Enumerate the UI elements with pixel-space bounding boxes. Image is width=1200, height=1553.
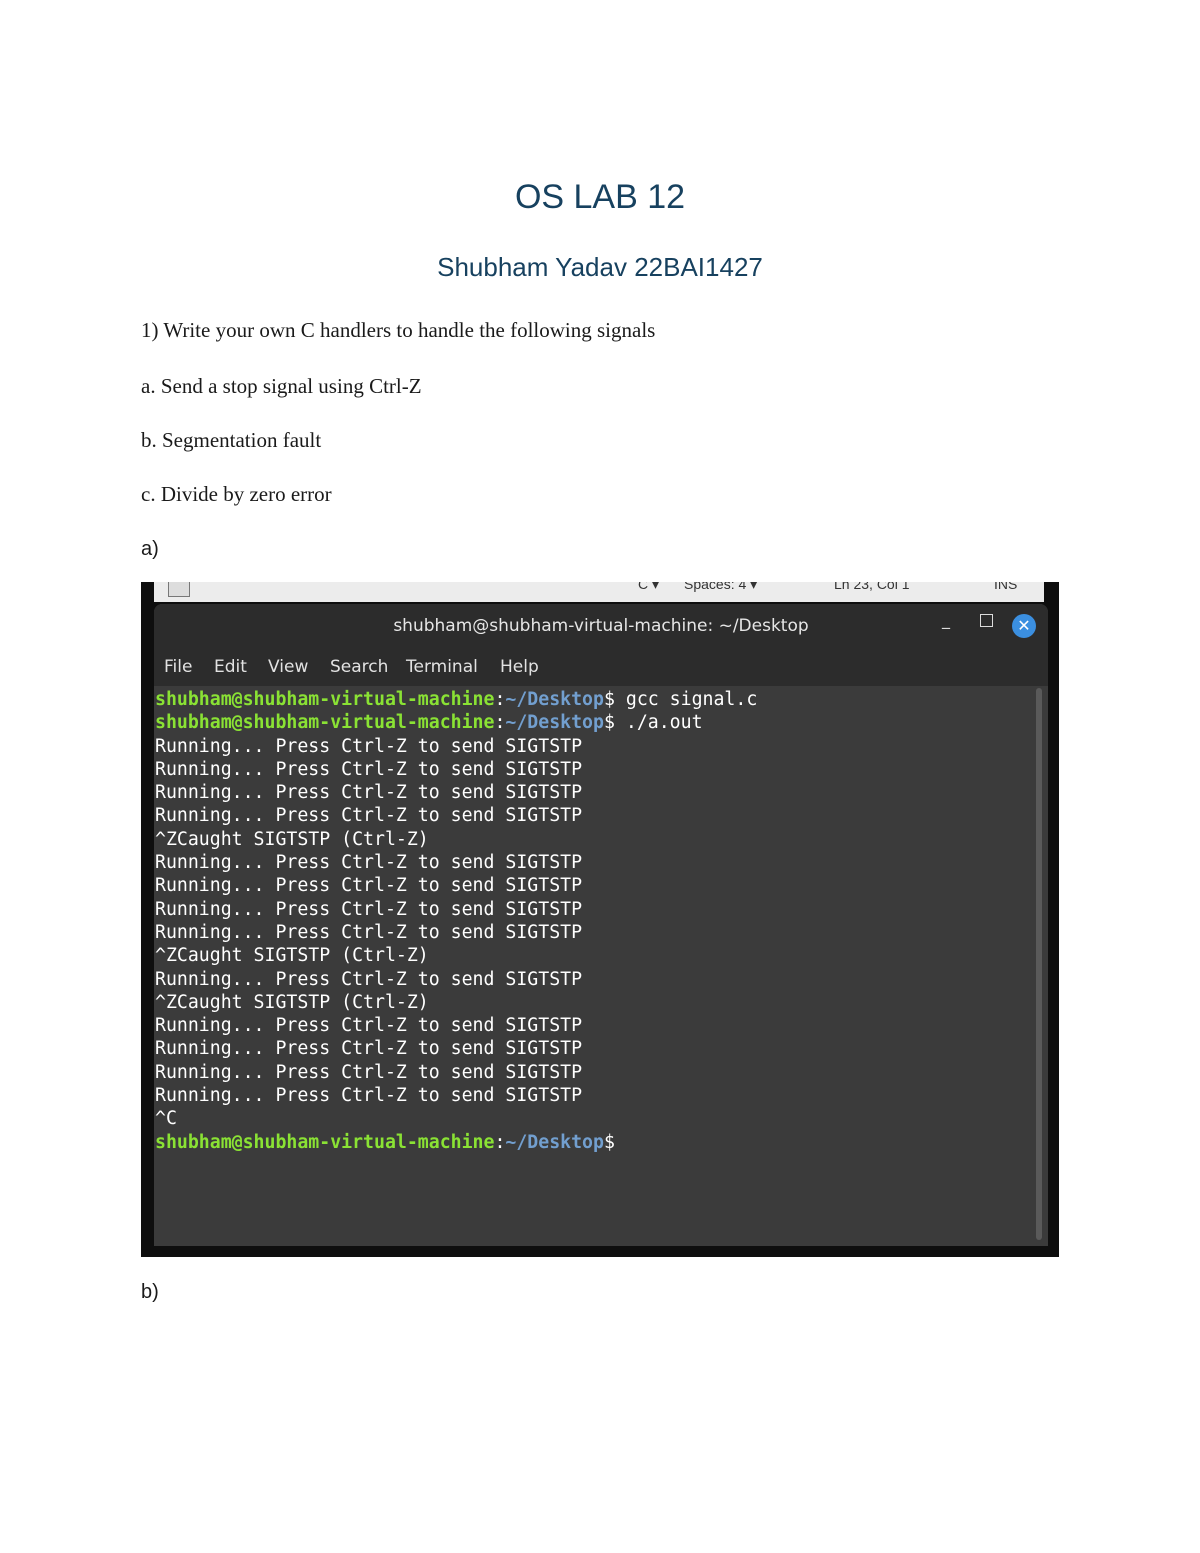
question-text: 1) Write your own C handlers to handle t… (141, 318, 656, 342)
output-line: Running... Press Ctrl-Z to send SIGTSTP (155, 852, 583, 874)
prompt-path: ~/Desktop (505, 712, 604, 734)
output-line: Running... Press Ctrl-Z to send SIGTSTP (155, 782, 583, 804)
output-line: Running... Press Ctrl-Z to send SIGTSTP (155, 1038, 583, 1060)
close-icon[interactable]: ✕ (1012, 614, 1036, 638)
output-line: Running... Press Ctrl-Z to send SIGTSTP (155, 1061, 583, 1083)
terminal-window: shubham@shubham-virtual-machine: ~/Deskt… (154, 604, 1048, 1246)
output-line: ^ZCaught SIGTSTP (Ctrl-Z) (155, 828, 429, 850)
prompt-user: shubham@shubham-virtual-machine (155, 1131, 495, 1153)
section-label-b: b) (141, 1281, 159, 1303)
output-line: ^ZCaught SIGTSTP (Ctrl-Z) (155, 945, 429, 967)
prompt-user: shubham@shubham-virtual-machine (155, 712, 495, 734)
prompt-separator: : (494, 1131, 506, 1153)
prompt-path: ~/Desktop (505, 1131, 604, 1153)
command-text: gcc signal.c (614, 689, 758, 710)
editor-spaces[interactable]: Spaces: 4 ▾ (684, 582, 757, 593)
menu-file[interactable]: File (164, 657, 192, 677)
output-line: Running... Press Ctrl-Z to send SIGTSTP (155, 875, 583, 897)
minimize-icon[interactable]: _ (942, 610, 950, 629)
editor-position[interactable]: Ln 23, Col 1 (834, 582, 910, 592)
editor-status-strip: C ▾ Spaces: 4 ▾ Ln 23, Col 1 INS (154, 582, 1044, 602)
output-line: Running... Press Ctrl-Z to send SIGTSTP (155, 758, 583, 780)
document-title: OS LAB 12 (514, 178, 686, 216)
output-line: ^C (155, 1108, 177, 1130)
output-line: Running... Press Ctrl-Z to send SIGTSTP (155, 805, 583, 827)
prompt-line: shubham@shubham-virtual-machine:~/Deskto… (154, 1131, 1034, 1154)
menu-terminal[interactable]: Terminal (406, 657, 478, 677)
editor-mode: INS (994, 582, 1018, 592)
output-line: Running... Press Ctrl-Z to send SIGTSTP (155, 1015, 583, 1037)
maximize-icon[interactable] (980, 614, 993, 627)
item-a: a. Send a stop signal using Ctrl-Z (141, 374, 422, 398)
prompt-separator: : (494, 689, 506, 710)
output-line: Running... Press Ctrl-Z to send SIGTSTP (155, 968, 583, 990)
item-b: b. Segmentation fault (141, 428, 322, 452)
command-line: shubham@shubham-virtual-machine:~/Deskto… (154, 688, 1034, 711)
editor-panel-icon (168, 582, 190, 597)
terminal-scrollbar[interactable] (1036, 688, 1042, 1240)
prompt-dollar: $ (603, 689, 615, 710)
output-line: Running... Press Ctrl-Z to send SIGTSTP (155, 921, 583, 943)
item-c: c. Divide by zero error (141, 482, 332, 506)
menu-help[interactable]: Help (500, 657, 539, 677)
output-line: Running... Press Ctrl-Z to send SIGTSTP (155, 735, 583, 757)
editor-language[interactable]: C ▾ (638, 582, 659, 593)
output-line: Running... Press Ctrl-Z to send SIGTSTP (155, 898, 583, 920)
document-subtitle: Shubham Yadav 22BAI1427 (437, 252, 763, 282)
terminal-menubar: File Edit View Search Terminal Help (154, 648, 1048, 686)
window-title: shubham@shubham-virtual-machine: ~/Deskt… (393, 616, 809, 636)
terminal-screenshot: C ▾ Spaces: 4 ▾ Ln 23, Col 1 INS shubham… (141, 582, 1059, 1257)
command-text: ./a.out (614, 712, 703, 734)
menu-search[interactable]: Search (330, 657, 388, 677)
terminal-console[interactable]: shubham@shubham-virtual-machine:~/Deskto… (154, 686, 1034, 1246)
command-line: shubham@shubham-virtual-machine:~/Deskto… (154, 711, 1034, 734)
prompt-user: shubham@shubham-virtual-machine (155, 689, 495, 710)
menu-edit[interactable]: Edit (214, 657, 247, 677)
prompt-dollar: $ (603, 1131, 615, 1153)
menu-view[interactable]: View (268, 657, 308, 677)
prompt-path: ~/Desktop (505, 689, 604, 710)
output-line: Running... Press Ctrl-Z to send SIGTSTP (155, 1085, 583, 1107)
prompt-separator: : (494, 712, 506, 734)
section-label-a: a) (141, 538, 159, 560)
prompt-dollar: $ (603, 712, 615, 734)
output-line: ^ZCaught SIGTSTP (Ctrl-Z) (155, 991, 429, 1013)
terminal-titlebar: shubham@shubham-virtual-machine: ~/Deskt… (154, 604, 1048, 648)
